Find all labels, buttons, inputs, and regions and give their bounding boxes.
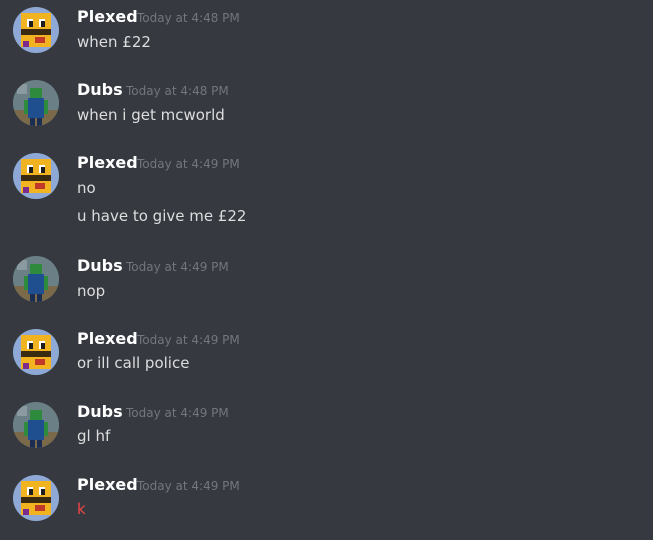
timestamp: Today at 4:49 PM xyxy=(137,333,240,347)
username[interactable]: Plexed xyxy=(77,7,138,27)
message-text: gl hf xyxy=(77,427,111,445)
timestamp: Today at 4:49 PM xyxy=(137,157,240,171)
username[interactable]: Plexed xyxy=(77,475,138,495)
message-text: when i get mcworld xyxy=(77,106,225,124)
message-group: Plexed Today at 4:49 PM or ill call poli… xyxy=(0,329,653,381)
username[interactable]: Dubs xyxy=(77,256,123,276)
message-group: Dubs Today at 4:48 PM when i get mcworld xyxy=(0,80,653,132)
message-group: Dubs Today at 4:49 PM nop xyxy=(0,256,653,308)
blocky-character-avatar-icon[interactable] xyxy=(13,80,59,126)
blocky-character-avatar-icon[interactable] xyxy=(13,256,59,302)
timestamp: Today at 4:49 PM xyxy=(126,260,229,274)
bee-avatar-icon[interactable] xyxy=(13,475,59,521)
timestamp: Today at 4:48 PM xyxy=(126,84,229,98)
bee-avatar-icon[interactable] xyxy=(13,153,59,199)
message-text: k xyxy=(77,500,86,518)
username[interactable]: Dubs xyxy=(77,80,123,100)
username[interactable]: Dubs xyxy=(77,402,123,422)
blocky-character-avatar-icon[interactable] xyxy=(13,402,59,448)
timestamp: Today at 4:48 PM xyxy=(137,11,240,25)
username[interactable]: Plexed xyxy=(77,329,138,349)
message-text: u have to give me £22 xyxy=(77,207,247,225)
message-text: nop xyxy=(77,282,106,300)
bee-avatar-icon[interactable] xyxy=(13,329,59,375)
message-text: when £22 xyxy=(77,33,151,51)
message-group: Plexed Today at 4:49 PM no u have to giv… xyxy=(0,153,653,233)
message-text: or ill call police xyxy=(77,354,190,372)
message-group: Dubs Today at 4:49 PM gl hf xyxy=(0,402,653,454)
message-group: Plexed Today at 4:49 PM k xyxy=(0,475,653,527)
message-group: Plexed Today at 4:48 PM when £22 xyxy=(0,7,653,59)
timestamp: Today at 4:49 PM xyxy=(137,479,240,493)
message-text: no xyxy=(77,179,96,197)
username[interactable]: Plexed xyxy=(77,153,138,173)
timestamp: Today at 4:49 PM xyxy=(126,406,229,420)
bee-avatar-icon[interactable] xyxy=(13,7,59,53)
message-list: Plexed Today at 4:48 PM when £22 Dubs To… xyxy=(0,0,653,540)
